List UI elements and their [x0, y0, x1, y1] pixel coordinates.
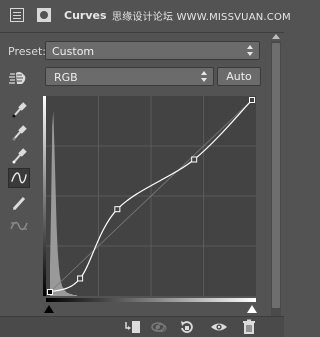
channel-dropdown[interactable]: RGB	[45, 67, 214, 86]
curve-control-point[interactable]	[249, 97, 255, 103]
curve-control-point[interactable]	[77, 275, 84, 282]
channel-value: RGB	[54, 71, 78, 84]
view-previous-state-icon[interactable]	[150, 319, 168, 335]
panel-title: Curves	[64, 9, 107, 22]
black-point-slider[interactable]	[44, 305, 54, 313]
watermark: 思缘设计论坛 WWW.MISSVUAN.COM	[112, 12, 291, 23]
adjustment-layer-icon[interactable]	[10, 8, 24, 22]
dropdown-arrows-icon	[201, 71, 208, 82]
smooth-curve-icon[interactable]	[8, 216, 30, 236]
reset-icon[interactable]	[178, 319, 196, 335]
curve-control-point[interactable]	[191, 156, 198, 163]
visibility-eye-icon[interactable]	[210, 319, 228, 335]
targeted-adjustment-hand-icon[interactable]	[9, 70, 27, 86]
scroll-up-arrow-icon[interactable]	[272, 34, 280, 39]
mask-icon[interactable]	[37, 8, 51, 22]
dropdown-arrows-icon	[247, 45, 254, 56]
clip-to-layer-icon[interactable]	[124, 319, 142, 335]
curve-control-point[interactable]	[114, 206, 121, 213]
preset-dropdown[interactable]: Custom	[45, 41, 260, 60]
curve-points-icon[interactable]	[8, 168, 30, 188]
white-point-eyedropper-icon[interactable]	[8, 145, 30, 165]
input-gradient-bar	[46, 298, 256, 302]
scroll-thumb[interactable]	[272, 43, 280, 308]
preset-label: Preset:	[8, 45, 47, 58]
auto-button[interactable]: Auto	[217, 67, 261, 86]
curve-control-point[interactable]	[47, 289, 53, 295]
trash-icon[interactable]	[240, 319, 258, 335]
preset-value: Custom	[52, 45, 95, 58]
gray-point-eyedropper-icon[interactable]	[8, 122, 30, 142]
curves-graph[interactable]	[46, 96, 256, 296]
black-point-eyedropper-icon[interactable]	[8, 99, 30, 119]
pencil-icon[interactable]	[8, 193, 30, 213]
white-point-slider[interactable]	[247, 305, 257, 313]
